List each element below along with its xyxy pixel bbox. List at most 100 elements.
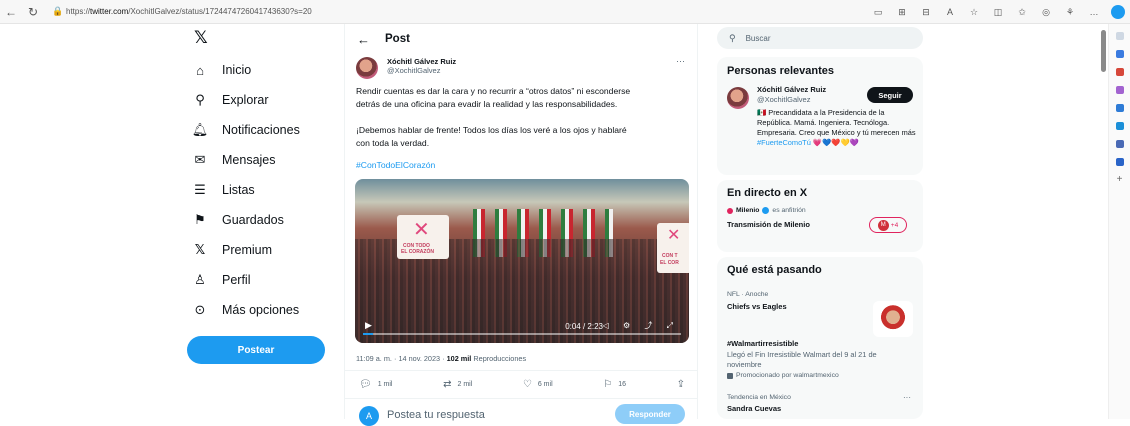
heart-icon: ✕ bbox=[413, 219, 430, 241]
nav-item-premium[interactable]: 𝕏 Premium bbox=[190, 238, 272, 262]
refresh-icon[interactable]: ↻ bbox=[22, 1, 44, 23]
play-icon[interactable]: ▶ bbox=[365, 320, 372, 331]
more-circle-icon: ⊙ bbox=[194, 302, 206, 317]
follow-button[interactable]: Seguir bbox=[867, 87, 913, 103]
nav-item-guardados[interactable]: ⚑ Guardados bbox=[190, 208, 284, 232]
author-info[interactable]: Xóchitl Gálvez Ruiz @XochitlGalvez bbox=[387, 57, 456, 75]
nav-item-notificaciones[interactable]: 🔔︎ Notificaciones bbox=[190, 118, 300, 142]
heart-icon: ✕ bbox=[667, 227, 681, 244]
sidebar-people-icon[interactable] bbox=[1115, 86, 1124, 94]
nav-item-perfil[interactable]: ♙ Perfil bbox=[190, 268, 250, 292]
nav-item-inicio[interactable]: ⌂ Inicio bbox=[190, 58, 251, 82]
reply-input[interactable]: Postea tu respuesta bbox=[387, 409, 485, 421]
trend-title[interactable]: Chiefs vs Eagles bbox=[727, 302, 787, 311]
post-button[interactable]: Postear bbox=[187, 336, 325, 364]
verified-icon bbox=[762, 207, 770, 214]
video-time: 0:04 / 2:23 bbox=[565, 322, 603, 331]
page-title: Post bbox=[385, 33, 410, 45]
search-placeholder: Buscar bbox=[745, 33, 771, 43]
live-listeners-badge[interactable]: M +4 bbox=[869, 217, 907, 233]
nav-item-listas[interactable]: ☰ Listas bbox=[190, 178, 254, 202]
mexico-flag-icon: 🇲🇽 bbox=[757, 108, 767, 117]
apps-icon[interactable]: ⊟ bbox=[914, 7, 938, 18]
sidebar-discover-icon[interactable] bbox=[1115, 50, 1124, 58]
view-count: 102 mil bbox=[446, 354, 472, 363]
video-sign-left: ✕ CON TODO EL CORAZÓN bbox=[397, 215, 449, 259]
trend-meta: Tendencia en México bbox=[727, 394, 791, 401]
nav-item-label: Explorar bbox=[222, 93, 269, 107]
promoted-text: Promocionado por walmartmexico bbox=[736, 372, 839, 379]
more-options-icon[interactable]: ··· bbox=[676, 56, 685, 66]
share-icon: ⇪ bbox=[676, 379, 685, 390]
favorite-star-icon[interactable]: ☆ bbox=[962, 7, 986, 18]
post-column: ← Post Xóchitl Gálvez Ruiz @XochitlGalve… bbox=[344, 24, 698, 426]
card-title: Personas relevantes bbox=[727, 65, 835, 77]
relevant-name[interactable]: Xóchitl Gálvez Ruiz bbox=[757, 85, 826, 94]
like-count: 6 mil bbox=[537, 381, 553, 388]
post-timestamp[interactable]: 11:09 a. m. · 14 nov. 2023 · bbox=[356, 354, 447, 363]
sidebar-shopping-icon[interactable] bbox=[1115, 68, 1124, 76]
more-menu-icon[interactable]: … bbox=[1082, 7, 1106, 17]
nav-item-label: Mensajes bbox=[222, 153, 276, 167]
repost-count: 2 mil bbox=[457, 381, 473, 388]
bio-hashtag[interactable]: #FuerteComoTú bbox=[757, 138, 811, 147]
envelope-icon: ✉ bbox=[194, 152, 206, 167]
repost-button[interactable]: ⇄ 2 mil bbox=[443, 379, 472, 390]
trend-title[interactable]: Sandra Cuevas bbox=[727, 404, 781, 413]
read-aloud-icon[interactable]: A bbox=[938, 7, 962, 17]
nav-item-label: Perfil bbox=[222, 273, 251, 287]
copilot-icon[interactable] bbox=[1111, 5, 1125, 19]
collections-icon[interactable]: ◎ bbox=[1034, 7, 1058, 18]
like-button[interactable]: ♡ 6 mil bbox=[523, 379, 553, 390]
reply-submit-button[interactable]: Responder bbox=[615, 404, 685, 424]
split-screen-icon[interactable]: ◫ bbox=[986, 7, 1010, 18]
reply-avatar: A bbox=[359, 406, 379, 426]
live-stream-title[interactable]: Transmisión de Milenio bbox=[727, 220, 810, 229]
scrollbar[interactable] bbox=[1101, 30, 1106, 72]
video-controls[interactable]: ◁ ⚙ ⤴ ⤢ bbox=[603, 320, 679, 331]
trend-title[interactable]: #Walmartirresistible bbox=[727, 339, 798, 348]
reply-button[interactable]: 💬︎ 1 mil bbox=[359, 379, 392, 390]
reader-icon[interactable]: ▭ bbox=[866, 7, 890, 18]
reply-icon: 💬︎ bbox=[359, 379, 372, 390]
edge-sidebar: + bbox=[1108, 24, 1130, 419]
nav-item-mensajes[interactable]: ✉ Mensajes bbox=[190, 148, 276, 172]
sidebar-office-icon[interactable] bbox=[1115, 122, 1124, 130]
sidebar-games-icon[interactable] bbox=[1115, 104, 1124, 112]
sidebar-add-icon[interactable]: + bbox=[1116, 175, 1124, 185]
divider bbox=[345, 370, 697, 371]
grid-icon[interactable]: ⊞ bbox=[890, 7, 914, 18]
x-logo[interactable]: 𝕏 bbox=[194, 28, 208, 48]
sidebar-outlook-icon[interactable] bbox=[1115, 158, 1124, 166]
nav-item-label: Inicio bbox=[222, 63, 252, 77]
nav-item-explorar[interactable]: ⚲ Explorar bbox=[190, 88, 269, 112]
sidebar-search-icon[interactable] bbox=[1115, 32, 1124, 40]
back-arrow-icon[interactable]: ← bbox=[357, 32, 385, 47]
share-button[interactable]: ⇪ bbox=[677, 379, 685, 390]
sidebar-tools-icon[interactable] bbox=[1115, 140, 1124, 148]
reply-count: 1 mil bbox=[377, 381, 393, 388]
extensions-icon[interactable]: ⚘ bbox=[1058, 7, 1082, 18]
live-dot-icon bbox=[727, 207, 733, 214]
search-input[interactable]: ⚲ Buscar bbox=[717, 27, 923, 49]
card-title: Qué está pasando bbox=[727, 264, 822, 276]
x-premium-icon: 𝕏 bbox=[194, 242, 206, 257]
post-meta: 11:09 a. m. · 14 nov. 2023 · 102 mil Rep… bbox=[356, 354, 526, 363]
live-badge-avatar: M bbox=[877, 219, 889, 231]
live-badge-count: +4 bbox=[890, 221, 899, 229]
post-text-line: con toda la verdad. bbox=[356, 138, 430, 148]
address-bar[interactable]: 🔒 https://twitter.com/XochitlGalvez/stat… bbox=[52, 2, 872, 22]
video-progress-bar[interactable] bbox=[363, 333, 681, 335]
back-arrow-icon[interactable]: ← bbox=[0, 1, 22, 23]
relevant-avatar[interactable] bbox=[727, 87, 749, 109]
favorites-icon[interactable]: ✩ bbox=[1010, 7, 1034, 18]
trend-more-icon[interactable]: ··· bbox=[903, 393, 911, 402]
author-avatar[interactable] bbox=[356, 57, 378, 79]
nav-item-mas-opciones[interactable]: ⊙ Más opciones bbox=[190, 298, 300, 322]
bookmark-button[interactable]: ⚐ 16 bbox=[603, 379, 626, 390]
trend-thumbnail[interactable] bbox=[873, 301, 913, 337]
relevant-people-card: Personas relevantes Xóchitl Gálvez Ruiz … bbox=[717, 57, 923, 175]
video-progress-fill bbox=[363, 333, 373, 335]
post-video[interactable]: ✕ CON TODO EL CORAZÓN ✕ CON T EL COR ▶ 0… bbox=[355, 179, 689, 343]
post-hashtag[interactable]: #ConTodoElCorazón bbox=[356, 160, 435, 170]
